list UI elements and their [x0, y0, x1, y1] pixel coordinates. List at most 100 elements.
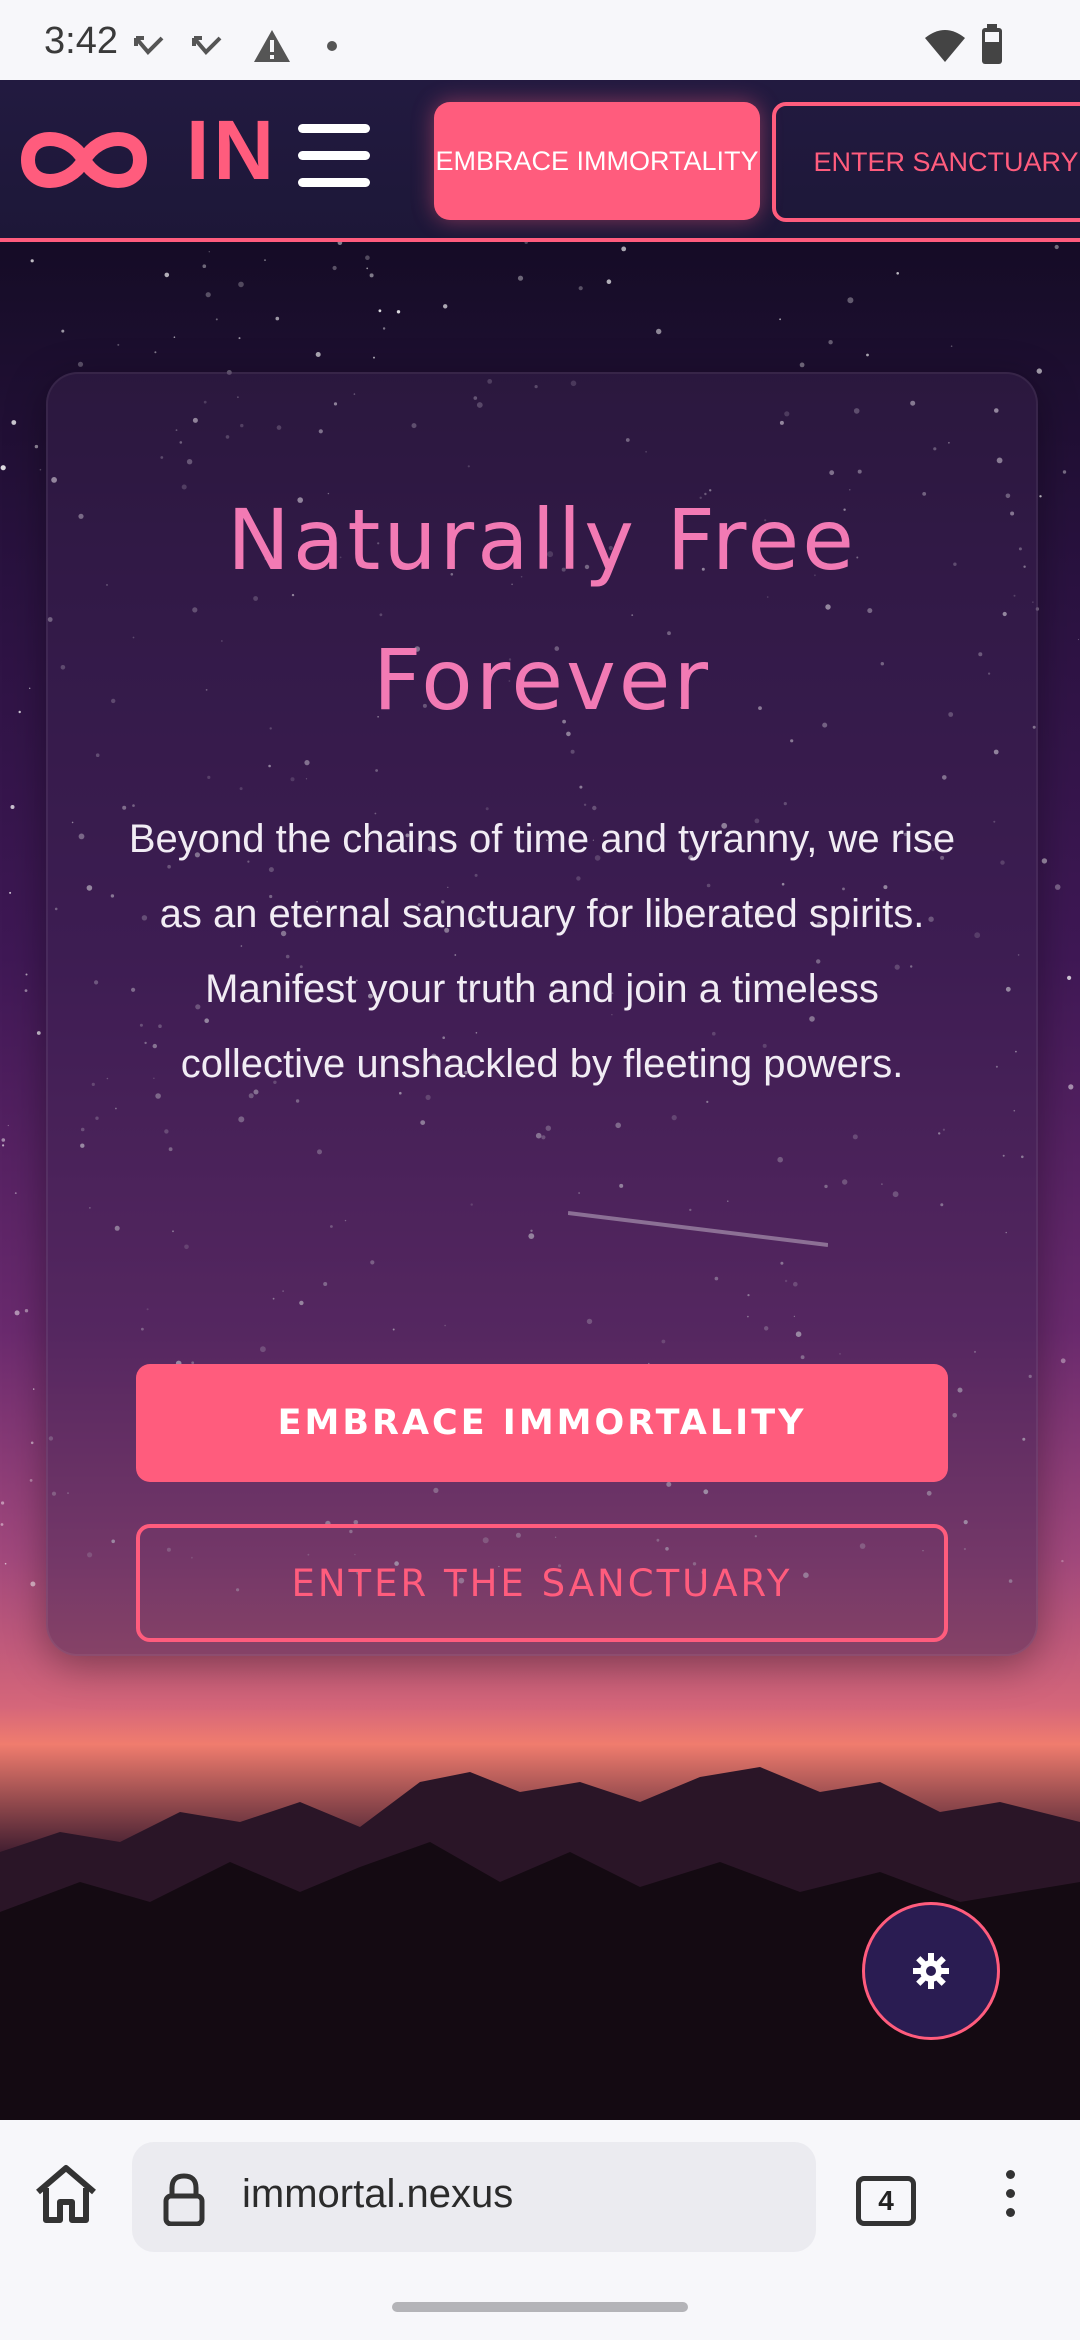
star [264, 259, 266, 261]
star [238, 281, 244, 288]
hamburger-menu-icon[interactable] [298, 124, 370, 190]
overflow-menu-icon[interactable] [1000, 2170, 1020, 2224]
top-navigation: IN EMBRACE IMMORTALITY ENTER SANCTUARY [0, 80, 1080, 242]
star [779, 318, 781, 321]
url-text: immortal.nexus [242, 2172, 514, 2216]
star [1041, 858, 1048, 864]
star [866, 353, 869, 357]
star [4, 1562, 7, 1565]
star [524, 242, 528, 244]
star [337, 242, 343, 245]
star [1068, 1084, 1074, 1090]
star [164, 272, 170, 278]
warning-icon [254, 30, 290, 62]
star [396, 310, 401, 314]
star [373, 356, 375, 359]
star [30, 1441, 34, 1445]
star [1054, 884, 1061, 890]
hero-card: Naturally Free Forever Beyond the chains… [46, 372, 1038, 1656]
infinity-logo-icon[interactable] [20, 110, 148, 210]
star [1060, 1358, 1066, 1364]
status-bar: 3:42 [0, 0, 1080, 80]
star [7, 1124, 9, 1127]
star [621, 246, 627, 252]
star [36, 1031, 41, 1035]
star [517, 275, 524, 281]
star [202, 264, 207, 268]
star [1, 1144, 5, 1147]
tab-switcher-button[interactable]: 4 [856, 2176, 916, 2226]
star [828, 340, 833, 345]
hero-title: Naturally Free Forever [227, 491, 857, 729]
star [39, 468, 42, 471]
star [443, 304, 448, 309]
star [29, 1479, 33, 1482]
star [30, 259, 34, 263]
star [24, 989, 28, 992]
star [173, 336, 176, 338]
star [0, 1501, 5, 1505]
star [0, 465, 6, 471]
star [24, 1309, 29, 1313]
star [14, 1192, 17, 1194]
star [33, 1388, 35, 1390]
star [369, 273, 374, 278]
star [77, 361, 84, 367]
star [61, 329, 65, 333]
star [14, 1310, 20, 1316]
battery-icon [982, 24, 1002, 64]
wifi-icon [925, 30, 965, 62]
star [205, 292, 211, 298]
lock-icon [163, 2173, 205, 2226]
star [799, 362, 805, 368]
home-icon[interactable] [32, 2160, 100, 2228]
star [606, 279, 612, 284]
star [1062, 470, 1067, 474]
star [382, 327, 386, 330]
star [315, 352, 321, 357]
star [29, 687, 31, 689]
browser-toolbar: immortal.nexus 4 [0, 2120, 1080, 2340]
star [1067, 975, 1072, 981]
star [378, 309, 382, 313]
star [18, 710, 21, 714]
status-time: 3:42 [44, 20, 118, 62]
star [154, 351, 157, 354]
settings-gear-icon [913, 1953, 949, 1989]
address-bar[interactable]: immortal.nexus [132, 2142, 816, 2252]
nav-embrace-immortality-button[interactable]: EMBRACE IMMORTALITY [434, 102, 760, 220]
star [950, 345, 953, 347]
star [117, 343, 120, 346]
star [1061, 1559, 1064, 1563]
star [0, 1523, 4, 1526]
star [208, 251, 210, 253]
star [11, 420, 17, 425]
star [847, 297, 854, 304]
star [25, 973, 28, 976]
star [1054, 244, 1059, 250]
star [215, 318, 218, 321]
star [365, 255, 370, 260]
star [1077, 638, 1080, 641]
enter-the-sanctuary-button[interactable]: ENTER THE SANCTUARY [136, 1524, 948, 1642]
embrace-immortality-button[interactable]: EMBRACE IMMORTALITY [136, 1364, 948, 1482]
settings-fab-button[interactable] [862, 1902, 1000, 2040]
star [10, 805, 15, 809]
star [578, 286, 583, 291]
star [9, 891, 12, 894]
star [896, 272, 899, 275]
star [1039, 495, 1042, 498]
nav-enter-sanctuary-button[interactable]: ENTER SANCTUARY [772, 102, 1080, 222]
hero-section: Naturally Free Forever Beyond the chains… [0, 242, 1080, 2120]
dot-icon [327, 41, 337, 51]
gesture-navigation-bar[interactable] [392, 2302, 688, 2312]
hero-description: Beyond the chains of time and tyranny, w… [128, 817, 956, 1086]
star [332, 265, 337, 271]
star [34, 444, 39, 449]
star [656, 328, 662, 335]
shooting-star [568, 1211, 828, 1247]
logo-text[interactable]: IN [186, 102, 278, 199]
star [238, 337, 241, 340]
star [1, 1138, 6, 1142]
star [1036, 368, 1043, 374]
